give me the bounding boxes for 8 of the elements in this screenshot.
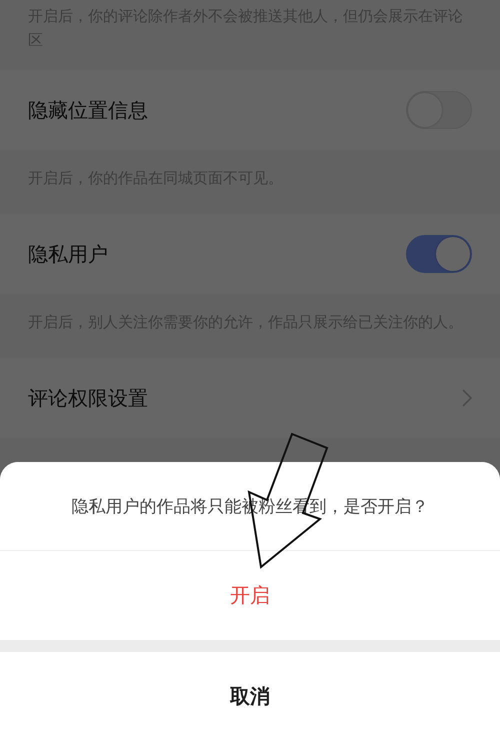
toggle-switch[interactable] [406,235,472,273]
setting-label: 隐藏位置信息 [28,96,148,124]
setting-label: 评论权限设置 [28,384,148,412]
setting-row[interactable]: 评论权限设置 [0,358,500,438]
chevron-right-icon [462,389,472,407]
cancel-button[interactable]: 取消 [0,652,500,741]
confirm-button[interactable]: 开启 [0,551,500,640]
setting-label: 隐私用户 [28,240,108,268]
